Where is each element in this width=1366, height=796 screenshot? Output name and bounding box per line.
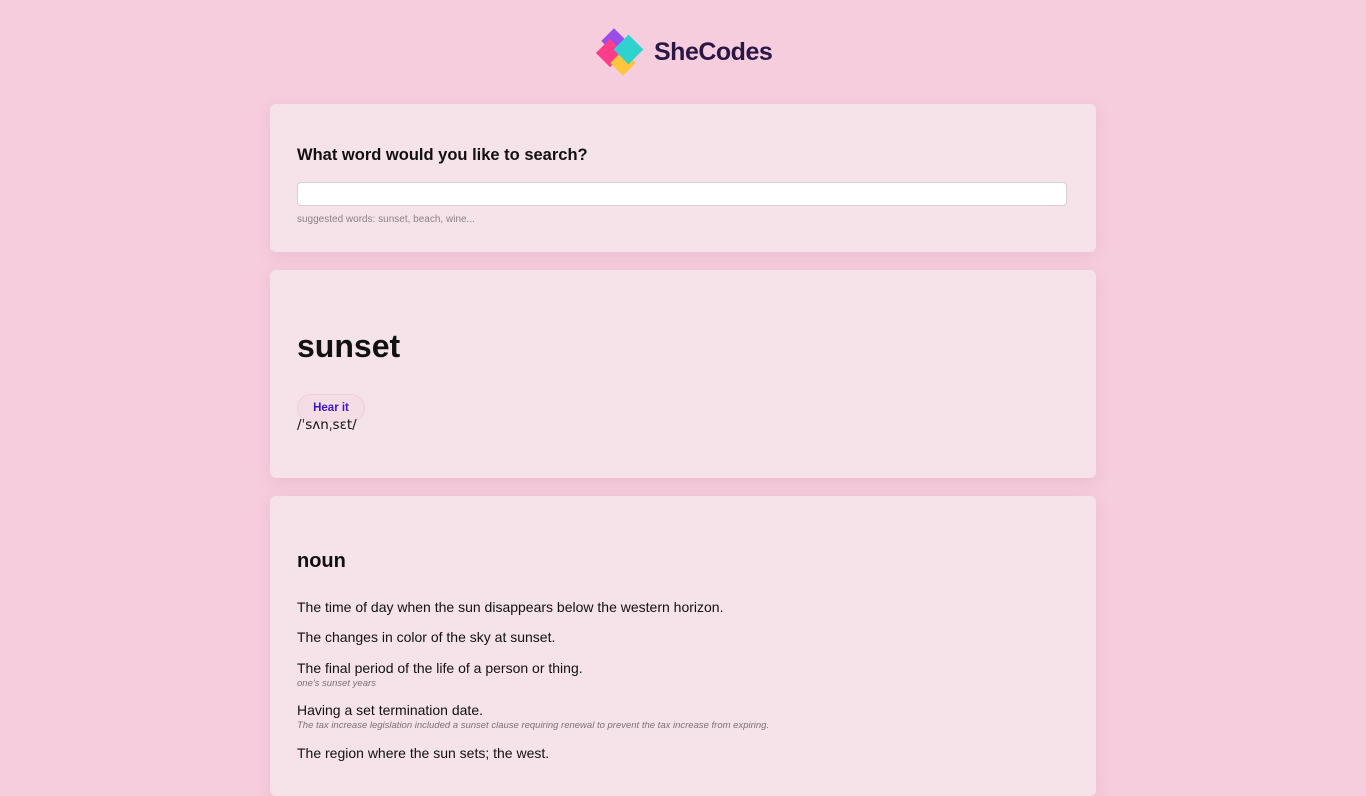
shecodes-logo-icon — [595, 26, 650, 78]
word-title: sunset — [297, 328, 401, 364]
word-card: sunset Hear it /ˈsʌnˌsɛt/ — [270, 270, 1096, 478]
definition-text: The time of day when the sun disappears … — [297, 599, 724, 615]
part-of-speech: noun — [297, 550, 346, 572]
definition-example: The tax increase legislation included a … — [297, 720, 770, 731]
shecodes-logo[interactable]: SheCodes — [595, 26, 773, 78]
definition-text: The final period of the life of a person… — [297, 660, 583, 676]
definition-text: The region where the sun sets; the west. — [297, 745, 550, 761]
definition-example: one's sunset years — [297, 678, 376, 689]
suggested-words-hint: suggested words: sunset, beach, wine... — [297, 214, 475, 225]
search-question: What word would you like to search? — [297, 146, 588, 164]
phonetic-text: /ˈsʌnˌsɛt/ — [297, 417, 357, 433]
meaning-card: noun The time of day when the sun disapp… — [270, 496, 1096, 796]
definition-text: Having a set termination date. — [297, 702, 483, 718]
brand-name: SheCodes — [654, 37, 773, 66]
search-card: What word would you like to search? sugg… — [270, 104, 1096, 252]
definition-text: The changes in color of the sky at sunse… — [297, 629, 556, 645]
search-input[interactable] — [297, 182, 1067, 206]
